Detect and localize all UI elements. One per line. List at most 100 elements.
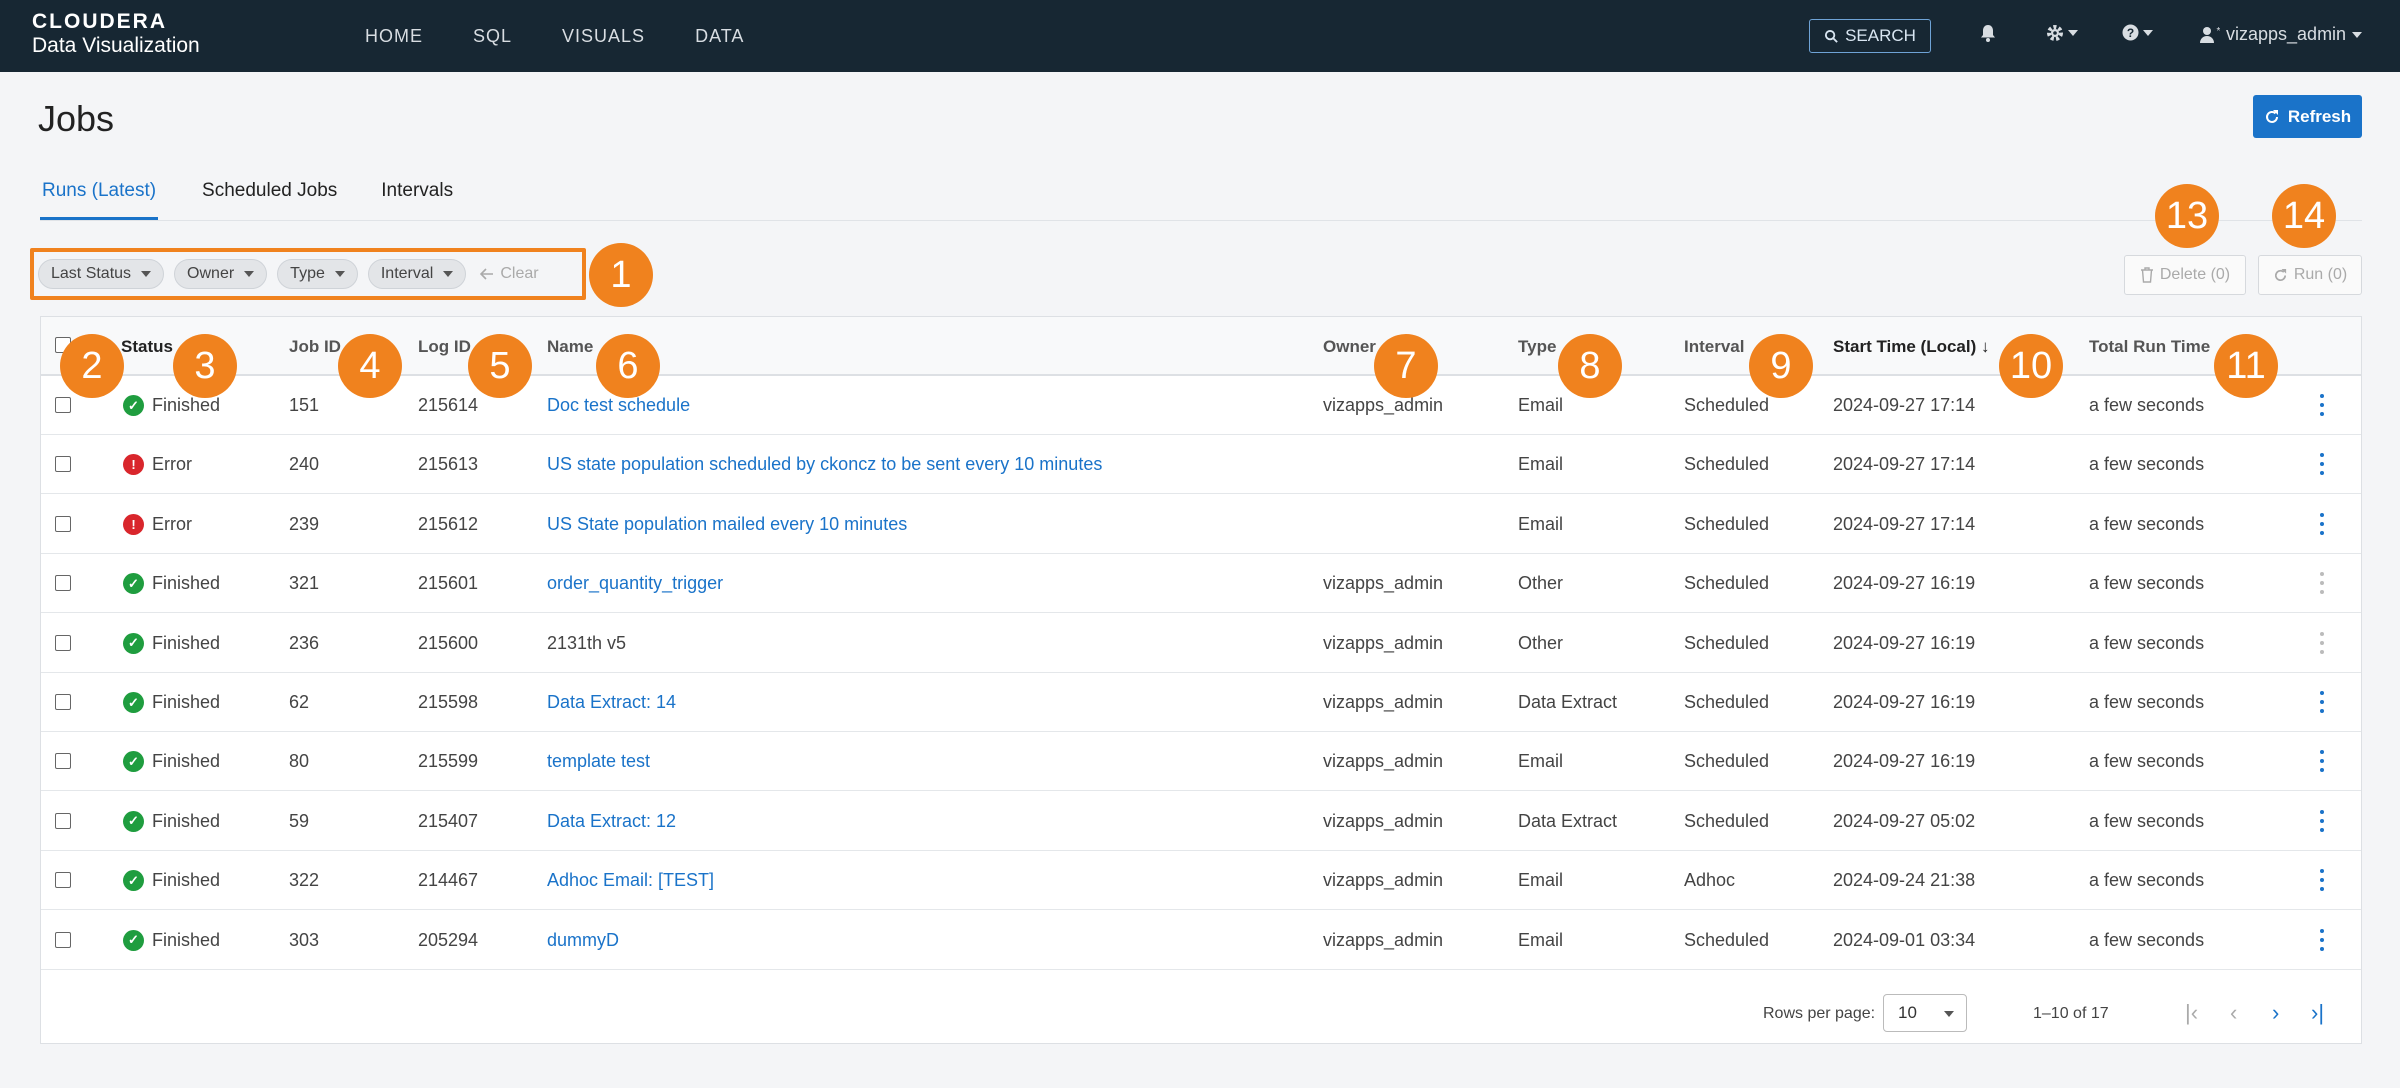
tab-scheduled-jobs[interactable]: Scheduled Jobs <box>202 180 337 220</box>
search-label: SEARCH <box>1845 26 1916 45</box>
filter-interval[interactable]: Interval <box>367 259 467 289</box>
job-name-link[interactable]: template test <box>547 751 650 772</box>
start-time-cell: 2024-09-27 05:02 <box>1833 810 1976 831</box>
type-cell: Email <box>1518 929 1564 950</box>
row-checkbox[interactable] <box>55 456 71 473</box>
row-actions-kebab-icon[interactable] <box>2319 572 2325 595</box>
table-row[interactable]: ! Error 240 215613 US state population sched… <box>41 435 2361 495</box>
row-checkbox[interactable] <box>55 753 71 770</box>
annotation-marker: 9 <box>1749 334 1813 398</box>
log-id-cell: 215599 <box>418 751 479 772</box>
user-menu[interactable]: * vizapps_admin <box>2200 24 2363 45</box>
row-actions-kebab-icon[interactable] <box>2319 394 2325 416</box>
col-interval[interactable]: Interval <box>1684 337 1744 357</box>
table-row[interactable]: ✓ Finished 303 205294 dummyD vizapps_admin Ema… <box>41 911 2361 970</box>
notifications-button[interactable] <box>1980 24 1996 42</box>
tab-intervals[interactable]: Intervals <box>381 180 453 220</box>
run-button[interactable]: Run (0) <box>2258 255 2362 295</box>
annotation-marker: 13 <box>2155 184 2219 248</box>
filter-type[interactable]: Type <box>277 259 358 289</box>
search-icon <box>1825 29 1838 43</box>
svg-text:?: ? <box>2127 26 2134 40</box>
table-row[interactable]: ✓ Finished 62 215598 Data Extract: 14 vizapps… <box>41 673 2361 732</box>
page-title: Jobs <box>38 98 115 139</box>
row-actions-kebab-icon[interactable] <box>2319 631 2325 654</box>
owner-cell: vizapps_admin <box>1323 573 1444 594</box>
refresh-button[interactable]: Refresh <box>2253 95 2362 138</box>
settings-menu[interactable] <box>2046 24 2078 42</box>
help-icon: ? <box>2122 24 2139 41</box>
job-name-link[interactable]: order_quantity_trigger <box>547 573 723 594</box>
status-text: Finished <box>152 929 221 950</box>
table-row[interactable]: ✓ Finished 236 215600 2131th v5 vizapps_admin… <box>41 614 2361 673</box>
col-status[interactable]: Status <box>121 337 173 357</box>
job-name-link[interactable]: US State population mailed every 10 minu… <box>547 514 907 535</box>
col-owner[interactable]: Owner <box>1323 337 1376 357</box>
row-actions-kebab-icon[interactable] <box>2319 809 2325 832</box>
table-row[interactable]: ✓ Finished 321 215601 order_quantity_trigger… <box>41 554 2361 614</box>
row-checkbox[interactable] <box>55 931 71 948</box>
search-button[interactable]: SEARCH <box>1809 19 1931 53</box>
col-type[interactable]: Type <box>1518 337 1556 357</box>
next-page-button[interactable]: › <box>2272 1000 2279 1026</box>
table-row[interactable]: ✓ Finished 322 214467 Adhoc Email: [TEST] viz… <box>41 851 2361 911</box>
col-job-id[interactable]: Job ID <box>289 337 341 357</box>
status-text: Error <box>152 454 192 475</box>
job-name-link[interactable]: Data Extract: 14 <box>547 692 676 713</box>
row-checkbox[interactable] <box>55 397 71 413</box>
row-actions-kebab-icon[interactable] <box>2319 928 2325 951</box>
col-total-run-time[interactable]: Total Run Time <box>2089 337 2210 357</box>
type-cell: Data Extract <box>1518 692 1618 712</box>
table-row[interactable]: ✓ Finished 59 215407 Data Extract: 12 vizapps… <box>41 792 2361 851</box>
job-name-link[interactable]: dummyD <box>547 930 619 951</box>
filter-owner[interactable]: Owner <box>174 259 268 289</box>
brand-line2: Data Visualization <box>32 34 200 57</box>
first-page-button[interactable]: |‹ <box>2185 1000 2198 1026</box>
row-checkbox[interactable] <box>55 515 71 532</box>
job-id-cell: 59 <box>289 810 310 831</box>
tab-runs-latest[interactable]: Runs (Latest) <box>40 180 159 220</box>
nav-home[interactable]: HOME <box>365 26 423 47</box>
help-menu[interactable]: ? <box>2122 24 2153 41</box>
nav-visuals[interactable]: VISUALS <box>562 26 645 47</box>
status-cell: ✓ Finished <box>123 751 220 773</box>
row-actions-kebab-icon[interactable] <box>2319 512 2325 535</box>
chevron-down-icon <box>1944 1011 1954 1017</box>
brand-logo[interactable]: CLOUDERA Data Visualization <box>32 10 200 58</box>
chevron-down-icon <box>2068 30 2078 36</box>
prev-page-button[interactable]: ‹ <box>2230 1000 2237 1026</box>
job-name-link[interactable]: Data Extract: 12 <box>547 811 676 832</box>
row-actions-kebab-icon[interactable] <box>2319 750 2325 773</box>
last-page-button[interactable]: ›| <box>2311 1000 2324 1026</box>
col-start-time[interactable]: Start Time (Local) ↓ <box>1833 337 1990 357</box>
row-actions-kebab-icon[interactable] <box>2319 453 2325 476</box>
status-cell: ✓ Finished <box>123 573 220 595</box>
table-row[interactable]: ✓ Finished 80 215599 template test vizapps_ad… <box>41 732 2361 792</box>
clear-label: Clear <box>500 265 539 282</box>
row-actions-kebab-icon[interactable] <box>2319 691 2325 713</box>
delete-button[interactable]: Delete (0) <box>2124 255 2246 295</box>
row-checkbox[interactable] <box>55 575 71 592</box>
run-time-cell: a few seconds <box>2089 751 2205 772</box>
row-actions-kebab-icon[interactable] <box>2319 869 2325 892</box>
col-log-id[interactable]: Log ID <box>418 337 471 357</box>
filter-label: Type <box>290 265 325 282</box>
nav-sql[interactable]: SQL <box>473 26 512 47</box>
row-checkbox[interactable] <box>55 872 71 889</box>
clear-filters-button[interactable]: Clear <box>480 265 539 283</box>
job-name-link[interactable]: Adhoc Email: [TEST] <box>547 870 714 891</box>
type-cell: Email <box>1518 751 1564 772</box>
row-checkbox[interactable] <box>55 694 71 710</box>
rows-per-page-select[interactable]: 10 <box>1883 994 1967 1032</box>
filter-last-status[interactable]: Last Status <box>38 259 165 289</box>
row-checkbox[interactable] <box>55 812 71 829</box>
error-icon: ! <box>123 513 144 535</box>
table-row[interactable]: ! Error 239 215612 US State population maile… <box>41 495 2361 554</box>
nav-data[interactable]: DATA <box>695 26 744 47</box>
job-name-link[interactable]: US state population scheduled by ckoncz … <box>547 454 1102 475</box>
job-name-link[interactable]: Doc test schedule <box>547 395 690 416</box>
owner-cell: vizapps_admin <box>1323 810 1444 831</box>
col-name[interactable]: Name <box>547 337 593 357</box>
job-id-cell: 62 <box>289 692 310 712</box>
row-checkbox[interactable] <box>55 634 71 651</box>
